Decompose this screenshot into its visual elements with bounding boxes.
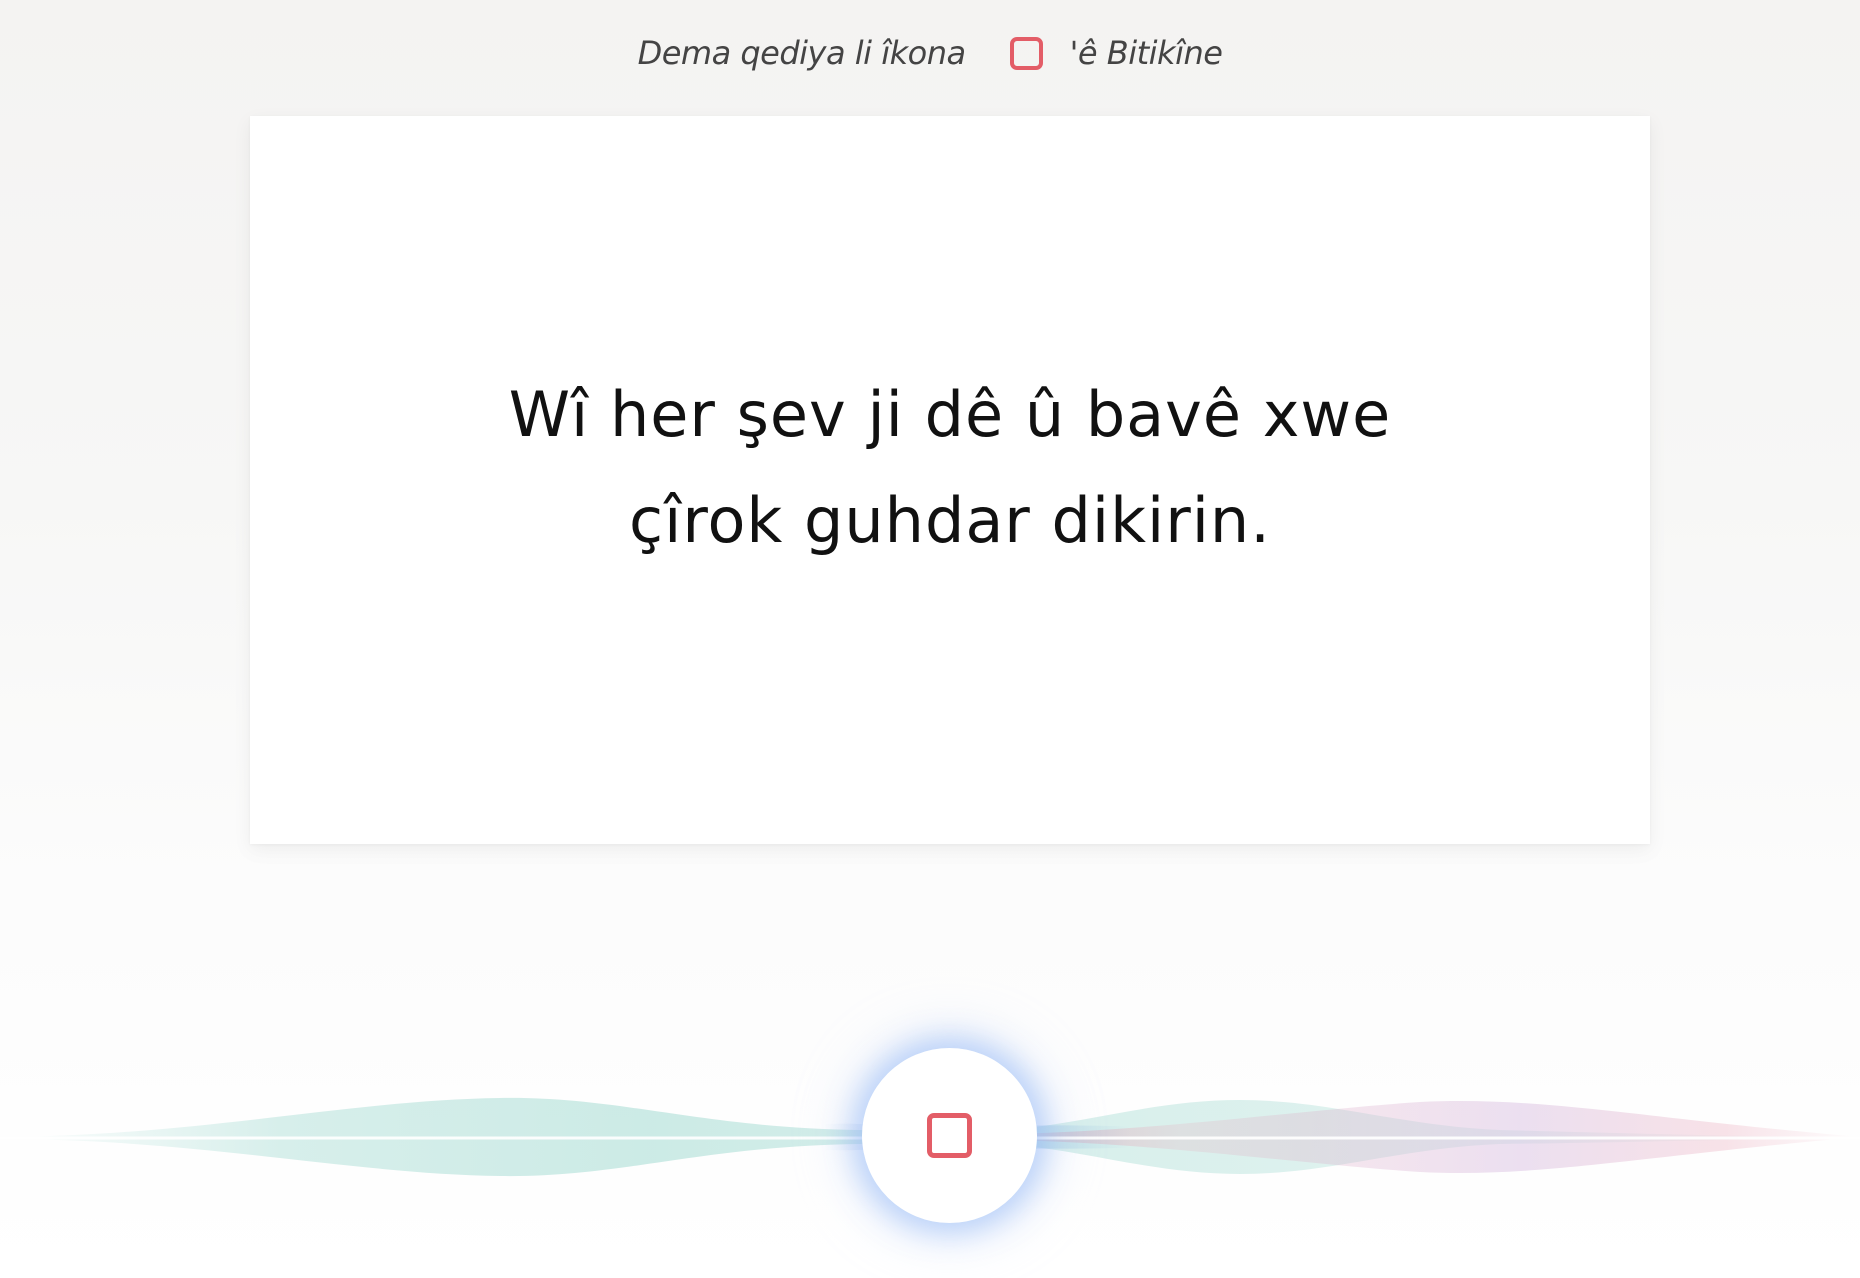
stop-recording-button[interactable] xyxy=(862,1048,1037,1223)
prompt-line-1: Wî her şev ji dê û bavê xwe xyxy=(508,378,1392,451)
stop-square-icon xyxy=(927,1113,972,1158)
stop-instruction: Dema qediya li îkona 'ê Bitikîne xyxy=(0,28,1860,78)
instruction-text-before: Dema qediya li îkona xyxy=(637,34,967,72)
prompt-card: Wî her şev ji dê û bavê xwe çîrok guhdar… xyxy=(250,116,1650,844)
instruction-text-after: 'ê Bitikîne xyxy=(1069,34,1223,72)
prompt-line-2: çîrok guhdar dikirin. xyxy=(629,484,1271,557)
stop-square-icon xyxy=(1009,36,1043,70)
prompt-text: Wî her şev ji dê û bavê xwe çîrok guhdar… xyxy=(450,362,1450,574)
